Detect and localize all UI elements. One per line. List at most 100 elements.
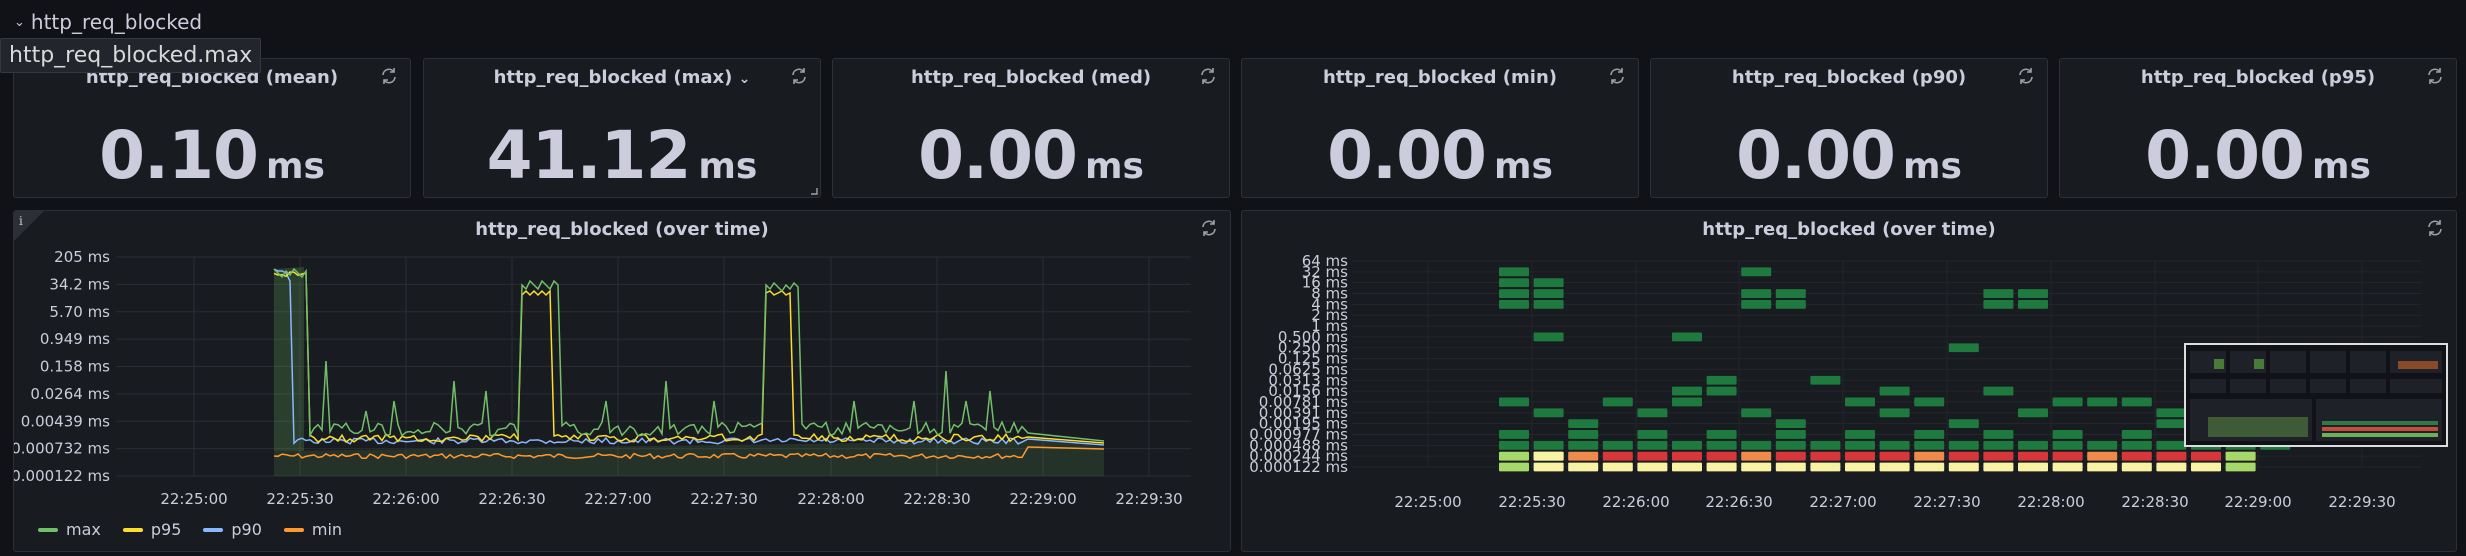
heatmap-cell[interactable] (1741, 300, 1771, 309)
legend-item-max[interactable]: max (38, 520, 101, 539)
heatmap-cell[interactable] (2191, 452, 2221, 461)
stat-panel-max[interactable]: http_req_blocked (max) ⌄ 41.12 ms (423, 58, 821, 198)
chevron-down-icon[interactable]: ⌄ (739, 71, 751, 87)
legend-item-min[interactable]: min (284, 520, 342, 539)
panel-title[interactable]: http_req_blocked (max) ⌄ (424, 67, 820, 88)
heatmap-cell[interactable] (1637, 408, 1667, 417)
heatmap-cell[interactable] (2087, 463, 2117, 472)
heatmap-cell[interactable] (1880, 387, 1910, 396)
heatmap-cell[interactable] (1568, 452, 1598, 461)
heatmap-cell[interactable] (2122, 430, 2152, 439)
heatmap-panel[interactable]: http_req_blocked (over time) 64 ms 32 ms 1… (1241, 210, 2457, 552)
heatmap-cell[interactable] (1672, 452, 1702, 461)
series-line-p90[interactable] (274, 269, 1104, 445)
heatmap-cell[interactable] (1741, 408, 1771, 417)
heatmap-cell[interactable] (1845, 441, 1875, 450)
heatmap-cell[interactable] (1810, 441, 1840, 450)
heatmap-cell[interactable] (1534, 332, 1564, 341)
heatmap-cell[interactable] (1707, 463, 1737, 472)
heatmap-cell[interactable] (1741, 463, 1771, 472)
timeseries-chart[interactable]: 205 ms34.2 ms5.70 ms0.949 ms0.158 ms0.02… (14, 251, 1230, 551)
stat-panel-med[interactable]: http_req_blocked (med) 0.00 ms (832, 58, 1230, 198)
heatmap-cell[interactable] (2122, 452, 2152, 461)
heatmap-cell[interactable] (1637, 463, 1667, 472)
heatmap-cell[interactable] (1741, 441, 1771, 450)
heatmap-cell[interactable] (1741, 289, 1771, 298)
legend-item-p95[interactable]: p95 (123, 520, 182, 539)
stat-panel-min[interactable]: http_req_blocked (min) 0.00 ms (1241, 58, 1639, 198)
heatmap-cell[interactable] (1983, 289, 2013, 298)
heatmap-cell[interactable] (2053, 398, 2083, 407)
heatmap-cell[interactable] (1499, 452, 1529, 461)
panel-title[interactable]: http_req_blocked (min) (1242, 67, 1638, 88)
panel-title[interactable]: http_req_blocked (p95) (2060, 67, 2456, 88)
panel-title[interactable]: http_req_blocked (p90) (1651, 67, 2047, 88)
heatmap-cell[interactable] (1499, 267, 1529, 276)
heatmap-cell[interactable] (1983, 441, 2013, 450)
refresh-icon[interactable] (790, 67, 808, 85)
refresh-icon[interactable] (380, 67, 398, 85)
heatmap-cell[interactable] (1845, 452, 1875, 461)
heatmap-cell[interactable] (2018, 441, 2048, 450)
heatmap-cell[interactable] (1983, 300, 2013, 309)
heatmap-cell[interactable] (1534, 452, 1564, 461)
heatmap-cell[interactable] (1983, 387, 2013, 396)
heatmap-cell[interactable] (1499, 278, 1529, 287)
refresh-icon[interactable] (2426, 219, 2444, 237)
heatmap-cell[interactable] (1983, 430, 2013, 439)
heatmap-cell[interactable] (2018, 463, 2048, 472)
heatmap-cell[interactable] (1880, 463, 1910, 472)
heatmap-cell[interactable] (2053, 441, 2083, 450)
heatmap-cell[interactable] (1534, 441, 1564, 450)
heatmap-cell[interactable] (1672, 387, 1702, 396)
heatmap-cell[interactable] (1637, 430, 1667, 439)
heatmap-cell[interactable] (1499, 398, 1529, 407)
heatmap-cell[interactable] (2156, 452, 2186, 461)
heatmap-cell[interactable] (1949, 441, 1979, 450)
heatmap-cell[interactable] (1810, 452, 1840, 461)
heatmap-cell[interactable] (1845, 430, 1875, 439)
heatmap-cell[interactable] (1672, 463, 1702, 472)
heatmap-cell[interactable] (2122, 463, 2152, 472)
heatmap-cell[interactable] (2122, 398, 2152, 407)
heatmap-cell[interactable] (1534, 289, 1564, 298)
stat-panel-mean[interactable]: http_req_blocked (mean) 0.10 ms (13, 58, 411, 198)
heatmap-cell[interactable] (2053, 452, 2083, 461)
heatmap-cell[interactable] (2156, 408, 2186, 417)
heatmap-cell[interactable] (1707, 430, 1737, 439)
heatmap-cell[interactable] (1499, 463, 1529, 472)
heatmap-cell[interactable] (1914, 441, 1944, 450)
heatmap-cell[interactable] (1499, 300, 1529, 309)
heatmap-cell[interactable] (1880, 441, 1910, 450)
heatmap-cell[interactable] (1949, 452, 1979, 461)
refresh-icon[interactable] (1608, 67, 1626, 85)
heatmap-cell[interactable] (2018, 289, 2048, 298)
heatmap-cell[interactable] (1568, 441, 1598, 450)
panel-title[interactable]: http_req_blocked (over time) (14, 219, 1230, 240)
heatmap-cell[interactable] (1637, 441, 1667, 450)
heatmap-cell[interactable] (1707, 452, 1737, 461)
heatmap-cell[interactable] (1741, 267, 1771, 276)
heatmap-cell[interactable] (1603, 452, 1633, 461)
heatmap-cell[interactable] (1534, 300, 1564, 309)
heatmap-cell[interactable] (1880, 452, 1910, 461)
heatmap-cell[interactable] (2053, 463, 2083, 472)
heatmap-cell[interactable] (1603, 441, 1633, 450)
heatmap-cell[interactable] (1534, 463, 1564, 472)
heatmap-cell[interactable] (1741, 452, 1771, 461)
chevron-down-icon[interactable]: ⌄ (14, 15, 25, 30)
heatmap-cell[interactable] (1534, 278, 1564, 287)
heatmap-cell[interactable] (2087, 398, 2117, 407)
series-line-p95[interactable] (274, 272, 1104, 443)
heatmap-cell[interactable] (1810, 376, 1840, 385)
heatmap-cell[interactable] (2226, 452, 2256, 461)
panel-title[interactable]: http_req_blocked (over time) (1242, 219, 2456, 240)
heatmap-cell[interactable] (1499, 430, 1529, 439)
heatmap-cell[interactable] (2053, 430, 2083, 439)
heatmap-cell[interactable] (1949, 463, 1979, 472)
series-line-max[interactable] (274, 269, 1104, 441)
heatmap-cell[interactable] (1707, 387, 1737, 396)
heatmap-cell[interactable] (1776, 452, 1806, 461)
heatmap-cell[interactable] (1845, 398, 1875, 407)
stat-panel-p95[interactable]: http_req_blocked (p95) 0.00 ms (2059, 58, 2457, 198)
